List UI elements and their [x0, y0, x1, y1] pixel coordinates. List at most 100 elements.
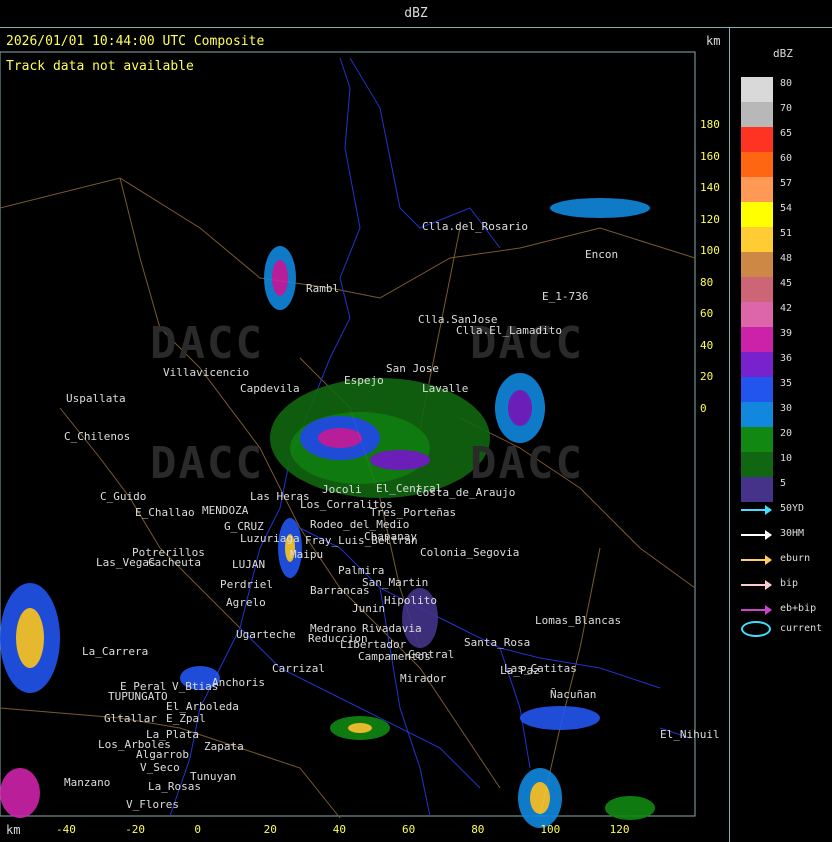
legend-swatch — [741, 252, 773, 277]
track-label: bip — [780, 578, 799, 589]
legend-swatch — [741, 127, 773, 152]
place-label: E_Challao — [135, 506, 195, 519]
legend-value: 45 — [780, 278, 793, 289]
place-label: El_Nihuil — [660, 728, 720, 741]
legend-swatch — [741, 427, 773, 452]
x-tick-label: 0 — [194, 823, 202, 836]
y-tick-label: 20 — [700, 370, 714, 383]
place-label: Manzano — [64, 776, 111, 789]
legend-swatch — [741, 452, 773, 477]
current-track-icon — [741, 621, 771, 637]
legend-value: 70 — [780, 103, 793, 114]
place-label: Gltallar — [104, 712, 157, 725]
place-label: Rivadavia — [362, 622, 422, 635]
place-label: V_Seco — [140, 761, 180, 774]
track-label: eb+bip — [780, 603, 817, 614]
legend-swatch — [741, 477, 773, 502]
y-tick-label: 0 — [700, 401, 707, 415]
place-label: San_Martin — [362, 576, 429, 589]
place-label: Santa_Rosa — [464, 636, 531, 649]
track-arrow-icon — [741, 580, 772, 590]
y-tick-label: 80 — [700, 275, 714, 289]
place-label: Clla.del_Rosario — [422, 220, 528, 233]
place-label: Junin — [352, 602, 386, 615]
place-label: Anchoris — [212, 676, 265, 689]
x-tick-label: -20 — [125, 823, 146, 836]
track-arrow-icon — [741, 555, 772, 565]
legend-value: 20 — [780, 428, 793, 439]
legend-swatch — [741, 227, 773, 252]
place-label: C_Chilenos — [64, 430, 131, 443]
track-arrow-icon — [741, 605, 772, 615]
radar-map-panel[interactable]: DACC DACC DACC DACC Clla.del_Rosario Enc… — [0, 28, 730, 842]
place-label: V_Flores — [126, 798, 179, 811]
place-label: MENDOZA — [202, 504, 249, 517]
track-label: eburn — [780, 553, 811, 564]
legend-value: 39 — [780, 328, 793, 339]
place-label: Villavicencio — [163, 366, 250, 379]
x-tick-label: 80 — [471, 823, 485, 836]
y-tick-label: 120 — [700, 212, 720, 226]
place-label: Lavalle — [422, 382, 469, 395]
place-label: LUJAN — [232, 558, 266, 571]
watermark-dacc: DACC — [470, 438, 584, 489]
legend-value: 57 — [780, 178, 793, 189]
place-label: La_Carrera — [82, 645, 149, 658]
place-label: San Jose — [386, 362, 439, 375]
place-label: Ñacuñan — [550, 688, 597, 701]
legend-value: 80 — [780, 78, 793, 89]
place-label: Rodeo_del_Medio — [310, 518, 410, 531]
legend-value: 36 — [780, 353, 793, 364]
place-label: E_Zpal — [166, 712, 206, 725]
km-label-top: km — [706, 34, 721, 48]
place-label: E_1-736 — [542, 290, 589, 303]
place-label: Rambl — [306, 282, 340, 295]
legend-value: 51 — [780, 228, 793, 239]
legend-value: 10 — [780, 453, 793, 464]
x-tick-label: 120 — [609, 823, 630, 836]
track-arrow-icon — [741, 505, 772, 515]
place-label: Colonia_Segovia — [420, 546, 520, 559]
place-label: Clla.El_Lamadito — [456, 324, 562, 337]
window-title: dBZ — [0, 0, 832, 28]
place-label: El_Central — [376, 482, 443, 495]
y-tick-label: 40 — [700, 338, 714, 352]
legend-swatch — [741, 77, 773, 102]
place-label: Uspallata — [66, 392, 126, 405]
legend-value: 48 — [780, 253, 793, 264]
legend-swatch — [741, 352, 773, 377]
place-label: Hipolito — [384, 594, 437, 607]
place-label: Luzuriaga — [240, 532, 300, 545]
place-label: Maipu — [290, 548, 324, 561]
x-tick-label: 40 — [332, 823, 347, 836]
scan-timestamp: 2026/01/01 10:44:00 UTC Composite — [6, 34, 265, 49]
legend-swatch — [741, 277, 773, 302]
legend-value: 42 — [780, 303, 793, 314]
x-tick-label: 60 — [402, 823, 416, 836]
place-label: Algarrob — [136, 748, 189, 761]
place-label: Agrelo — [226, 596, 266, 609]
y-tick-label: 180 — [700, 118, 720, 131]
x-tick-label: -40 — [56, 823, 76, 836]
place-label: TUPUNGATO — [108, 690, 168, 703]
legend-value: 54 — [780, 203, 793, 214]
track-label: 50YD — [780, 503, 805, 514]
legend-swatch — [741, 402, 773, 427]
legend-value: 35 — [780, 378, 793, 389]
y-tick-label: 100 — [700, 244, 720, 257]
x-tick-label: 100 — [540, 823, 561, 836]
place-label: Mirador — [400, 672, 447, 685]
place-label: Jocoli — [322, 483, 362, 496]
place-label: Ugarteche — [236, 628, 296, 641]
place-label: Carrizal — [272, 662, 325, 675]
legend-current-label: current — [780, 623, 823, 634]
legend-value: 30 — [780, 403, 793, 414]
place-label: Cacheuta — [148, 556, 201, 569]
place-label: Zapata — [204, 740, 244, 753]
place-label: Fray_Luis_Beltran — [305, 534, 418, 547]
km-label-bottom: km — [6, 823, 21, 837]
legend-swatch — [741, 177, 773, 202]
legend-swatch — [741, 327, 773, 352]
legend-swatch — [741, 102, 773, 127]
legend-swatch — [741, 202, 773, 227]
